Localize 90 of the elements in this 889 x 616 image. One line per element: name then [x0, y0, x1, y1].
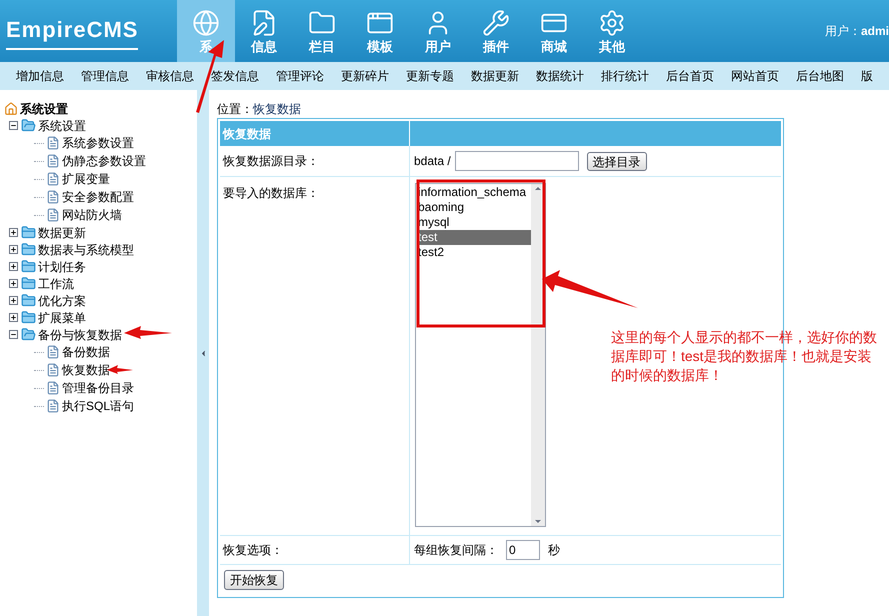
list-option[interactable]: information_schema	[417, 185, 531, 200]
folder-icon	[21, 242, 36, 257]
expand-icon[interactable]	[9, 313, 18, 322]
nav-tab[interactable]: 商城	[525, 0, 583, 62]
home-icon	[4, 102, 18, 116]
panel-title: 恢复数据	[223, 126, 271, 142]
field-label: 要导入的数据库：	[223, 186, 319, 200]
page-icon	[46, 381, 60, 395]
menu-link[interactable]: 增加信息	[16, 67, 64, 85]
page-icon	[46, 363, 60, 377]
expand-icon[interactable]	[9, 296, 18, 305]
directory-field[interactable]	[454, 151, 579, 171]
tree-item[interactable]: 备份与恢复数据	[38, 326, 122, 344]
arrow-annotation	[107, 365, 133, 374]
breadcrumb-label: 位置：	[217, 101, 253, 118]
tree-item[interactable]: 系统设置	[38, 116, 86, 134]
page-icon	[46, 190, 60, 204]
collapse-icon[interactable]	[9, 121, 18, 130]
expand-icon[interactable]	[9, 228, 18, 237]
interval-field[interactable]: 0	[506, 540, 540, 560]
tree-item[interactable]: 系统参数设置	[62, 134, 134, 152]
nav-tab[interactable]: 栏目	[293, 0, 351, 62]
path-prefix: bdata /	[414, 153, 451, 170]
logo: EmpireCMS	[6, 12, 138, 50]
scrollbar[interactable]	[531, 184, 545, 526]
menu-link[interactable]: 审核信息	[146, 67, 194, 85]
tree-item[interactable]: 数据表与系统模型	[38, 240, 134, 258]
sidebar-title: 系统设置	[20, 100, 68, 118]
tree-item[interactable]: 计划任务	[38, 258, 86, 276]
interval-label: 每组恢复间隔：	[414, 542, 498, 559]
tree-item[interactable]: 安全参数配置	[62, 188, 134, 206]
user-label: 用户：	[824, 23, 861, 40]
menu-link[interactable]: 后台地图	[796, 67, 844, 85]
menu-link[interactable]: 管理评论	[276, 67, 324, 85]
field-label: 恢复选项：	[223, 542, 283, 559]
list-option[interactable]: mysql	[417, 215, 531, 230]
tree-item[interactable]: 工作流	[38, 274, 74, 292]
tree-item[interactable]: 恢复数据	[62, 361, 110, 379]
user-name: admi	[860, 23, 889, 40]
start-restore-button[interactable]: 开始恢复	[224, 570, 284, 590]
page-icon	[46, 136, 60, 150]
menu-link[interactable]: 数据更新	[471, 67, 519, 85]
tools-icon	[482, 9, 510, 37]
page-icon	[46, 154, 60, 168]
menu-link[interactable]: 管理信息	[81, 67, 129, 85]
nav-tab[interactable]: 信息	[235, 0, 293, 62]
collapse-icon[interactable]	[9, 330, 18, 339]
tree-item[interactable]: 扩展菜单	[38, 308, 86, 326]
expand-icon[interactable]	[9, 262, 18, 271]
list-option[interactable]: baoming	[417, 200, 531, 215]
arrow-annotation	[124, 326, 172, 339]
folder-icon	[21, 276, 36, 291]
breadcrumb-link[interactable]: 恢复数据	[253, 100, 301, 118]
tree-item[interactable]: 备份数据	[62, 343, 110, 361]
menu-link[interactable]: 签发信息	[211, 67, 259, 85]
folder-icon	[21, 225, 36, 240]
expand-icon[interactable]	[9, 245, 18, 254]
choose-directory-button[interactable]: 选择目录	[586, 152, 647, 170]
nav-tab[interactable]: 模板	[351, 0, 409, 62]
menu-link[interactable]: 排行统计	[601, 67, 649, 85]
page-icon	[46, 172, 60, 186]
menu-link[interactable]: 版	[861, 67, 873, 85]
globe-icon	[192, 9, 220, 37]
nav-tab[interactable]: 用户	[409, 0, 467, 62]
nav-tab[interactable]: 其他	[583, 0, 641, 62]
tree-item[interactable]: 执行SQL语句	[62, 397, 134, 415]
tree-item[interactable]: 优化方案	[38, 292, 86, 310]
tree-item[interactable]: 伪静态参数设置	[62, 152, 146, 170]
tree-item[interactable]: 管理备份目录	[62, 379, 134, 397]
page-icon	[46, 208, 60, 222]
expand-icon[interactable]	[9, 279, 18, 288]
tree-item[interactable]: 网站防火墙	[62, 206, 122, 224]
folder-icon	[21, 259, 36, 274]
folder-icon	[21, 293, 36, 308]
field-label: 恢复数据源目录：	[223, 153, 319, 170]
folder-icon	[21, 327, 36, 342]
menu-link[interactable]: 更新专题	[406, 67, 454, 85]
menu-link[interactable]: 后台首页	[666, 67, 714, 85]
unit-label: 秒	[548, 542, 560, 559]
folder-icon	[21, 310, 36, 325]
menu-link[interactable]: 数据统计	[536, 67, 584, 85]
menu-link[interactable]: 更新碎片	[341, 67, 389, 85]
tree-item[interactable]: 数据更新	[38, 224, 86, 242]
page-icon	[46, 399, 60, 413]
menu-link[interactable]: 网站首页	[731, 67, 779, 85]
tree-item[interactable]: 扩展变量	[62, 170, 110, 188]
nav-tab[interactable]: 插件	[467, 0, 525, 62]
page-icon	[46, 345, 60, 359]
folder-icon	[21, 118, 36, 133]
gear-icon	[598, 9, 626, 37]
